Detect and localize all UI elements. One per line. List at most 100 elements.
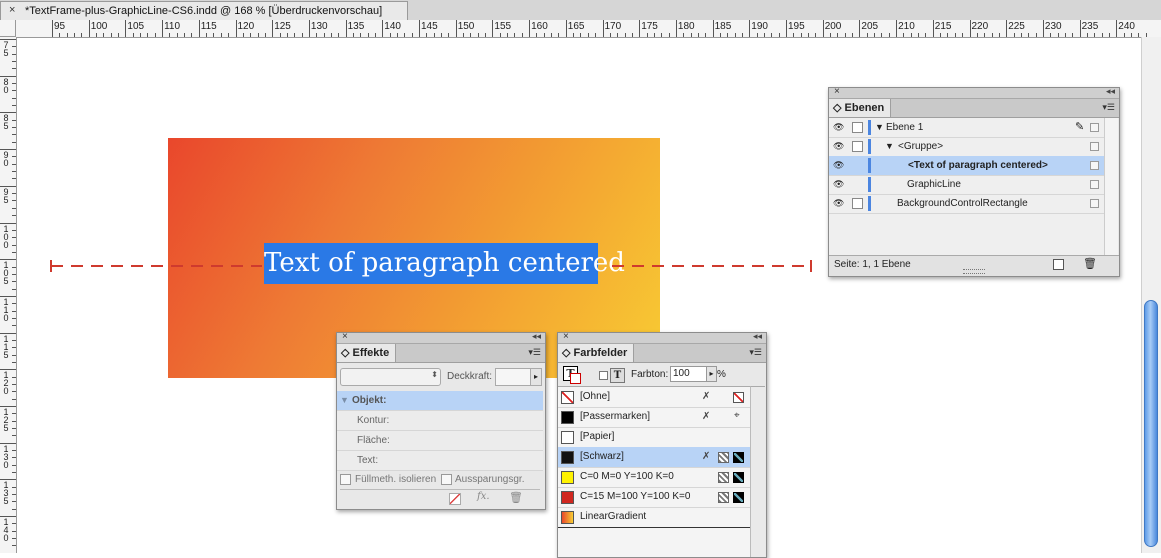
fx-icon[interactable]: fx. bbox=[477, 491, 490, 502]
swatch-row[interactable]: C=0 M=0 Y=100 K=0 bbox=[558, 467, 750, 488]
eye-icon[interactable]: 👁 bbox=[833, 179, 844, 189]
ruler-label: 130 bbox=[310, 21, 328, 32]
ruler-major-tick bbox=[455, 20, 457, 37]
selection-square[interactable] bbox=[1090, 180, 1099, 189]
tint-input[interactable]: 100 bbox=[670, 366, 708, 382]
collapse-icon[interactable]: ◂◂ bbox=[753, 331, 762, 342]
trash-icon[interactable]: 🗑 bbox=[1083, 257, 1097, 270]
selection-square[interactable] bbox=[1090, 199, 1099, 208]
layer-row[interactable]: 👁 ▼ <Gruppe> bbox=[829, 137, 1104, 157]
tab-effekte[interactable]: ◇ Effekte bbox=[337, 344, 397, 362]
panel-titlebar[interactable]: × ◂◂ bbox=[337, 331, 545, 344]
ruler-major-tick bbox=[419, 20, 420, 37]
selection-square[interactable] bbox=[1090, 161, 1099, 170]
stroke-swatch-icon[interactable] bbox=[570, 373, 581, 384]
ruler-major-tick bbox=[565, 20, 567, 37]
ruler-label: 230 bbox=[1044, 21, 1062, 32]
swatch-row[interactable]: [Ohne] ✗ bbox=[558, 387, 750, 408]
blend-mode-select[interactable]: ⬍ bbox=[340, 368, 441, 386]
horizontal-ruler[interactable]: 95 100 105 110 115 120 125 130 135 140 145 150 155 16… bbox=[16, 20, 1161, 38]
layer-row[interactable]: 👁 ▼ Ebene 1 ✎ bbox=[829, 118, 1104, 138]
selection-square[interactable] bbox=[1090, 123, 1099, 132]
vertical-scrollbar-thumb[interactable] bbox=[1144, 300, 1158, 547]
layer-color-bar bbox=[868, 139, 871, 154]
document-tab[interactable]: × *TextFrame-plus-GraphicLine-CS6.indd @… bbox=[0, 1, 408, 20]
lock-toggle[interactable] bbox=[852, 198, 863, 209]
close-icon[interactable]: × bbox=[563, 331, 569, 342]
graphic-line-dash bbox=[211, 265, 223, 267]
text-frame-selected[interactable]: Text of paragraph centered bbox=[264, 243, 625, 284]
panel-titlebar[interactable]: × ◂◂ bbox=[558, 331, 766, 344]
swatch-color bbox=[561, 491, 574, 504]
layer-row[interactable]: 👁 GraphicLine bbox=[829, 175, 1104, 195]
ruler-label: 140 bbox=[3, 517, 9, 544]
ruler-minor-tick bbox=[910, 33, 912, 37]
opacity-input[interactable] bbox=[495, 368, 531, 386]
ruler-minor-tick bbox=[756, 33, 758, 37]
close-icon[interactable]: × bbox=[342, 331, 348, 342]
panel-menu-icon[interactable]: ▾☰ bbox=[749, 347, 762, 358]
collapse-icon[interactable]: ◂◂ bbox=[1106, 86, 1115, 97]
swatch-row[interactable]: [Papier] bbox=[558, 427, 750, 448]
opacity-arrow-icon[interactable]: ▸ bbox=[530, 368, 542, 386]
graphic-line-dash bbox=[251, 265, 262, 267]
ruler-minor-tick bbox=[940, 33, 942, 37]
new-layer-icon[interactable] bbox=[1053, 259, 1064, 270]
swatch-row[interactable]: C=15 M=100 Y=100 K=0 bbox=[558, 487, 750, 508]
swatch-row[interactable]: [Schwarz] ✗ bbox=[558, 447, 750, 468]
ruler-origin[interactable] bbox=[0, 20, 16, 37]
ruler-minor-tick bbox=[998, 33, 1000, 37]
close-icon[interactable]: × bbox=[834, 86, 840, 97]
close-tab-icon[interactable]: × bbox=[9, 4, 15, 16]
graphic-line-endcap[interactable] bbox=[810, 260, 812, 272]
knockout-checkbox[interactable] bbox=[441, 474, 452, 485]
ruler-minor-tick bbox=[12, 354, 16, 356]
ruler-minor-tick bbox=[1086, 33, 1088, 37]
disclosure-triangle-icon[interactable]: ▼ bbox=[875, 118, 884, 137]
graphic-line-dash bbox=[91, 265, 103, 267]
container-format-icon[interactable] bbox=[599, 371, 608, 380]
clear-effects-icon[interactable] bbox=[449, 493, 461, 505]
eye-icon[interactable]: 👁 bbox=[833, 122, 844, 132]
ruler-minor-tick bbox=[976, 33, 978, 37]
text-format-icon[interactable]: T bbox=[610, 368, 625, 383]
registration-icon: ⌖ bbox=[734, 410, 740, 421]
lock-toggle[interactable] bbox=[852, 122, 863, 133]
vertical-ruler[interactable]: 75 80 85 90 95 100 105 110 115 120 125 130 135 140 bbox=[0, 37, 17, 553]
ruler-major-tick bbox=[345, 20, 347, 37]
panel-menu-icon[interactable]: ▾☰ bbox=[528, 347, 541, 358]
effects-row-kontur[interactable]: Kontur: bbox=[337, 411, 543, 431]
effects-row-flaeche[interactable]: Fläche: bbox=[337, 431, 543, 451]
swatch-row[interactable]: [Passermarken] ✗ ⌖ bbox=[558, 407, 750, 428]
eye-icon[interactable]: 👁 bbox=[833, 160, 844, 170]
selection-square[interactable] bbox=[1090, 142, 1099, 151]
resize-grip-icon[interactable] bbox=[963, 269, 985, 274]
isolate-checkbox[interactable] bbox=[340, 474, 351, 485]
eye-icon[interactable]: 👁 bbox=[833, 141, 844, 151]
effects-row-text[interactable]: Text: bbox=[337, 451, 543, 471]
lock-toggle[interactable] bbox=[852, 141, 863, 152]
swatch-color bbox=[561, 431, 574, 444]
tint-arrow-icon[interactable]: ▸ bbox=[706, 366, 717, 382]
layer-row[interactable]: 👁 BackgroundControlRectangle bbox=[829, 194, 1104, 214]
swatches-scrollbar[interactable] bbox=[750, 386, 765, 557]
layers-scrollbar[interactable] bbox=[1104, 118, 1118, 255]
panel-menu-icon[interactable]: ▾☰ bbox=[1102, 102, 1115, 113]
swatch-row[interactable]: LinearGradient bbox=[558, 507, 750, 528]
ruler-minor-tick bbox=[389, 33, 391, 37]
layer-color-bar bbox=[868, 196, 871, 211]
eye-icon[interactable]: 👁 bbox=[833, 198, 844, 208]
graphic-line-dash bbox=[71, 265, 83, 267]
process-color-icon bbox=[718, 452, 729, 463]
disclosure-triangle-icon[interactable]: ▼ bbox=[885, 137, 894, 156]
panel-titlebar[interactable]: × ◂◂ bbox=[829, 86, 1119, 99]
tab-ebenen[interactable]: ◇ Ebenen bbox=[829, 99, 892, 117]
trash-icon[interactable]: 🗑 bbox=[509, 491, 523, 504]
layer-row[interactable]: 👁 <Text of paragraph centered> bbox=[829, 156, 1104, 176]
ruler-major-tick bbox=[712, 20, 714, 37]
collapse-icon[interactable]: ◂◂ bbox=[532, 331, 541, 342]
ruler-minor-tick bbox=[12, 413, 16, 415]
tab-farbfelder[interactable]: ◇ Farbfelder bbox=[558, 344, 635, 362]
effects-row-objekt[interactable]: ▼ Objekt: bbox=[337, 391, 543, 411]
ruler-minor-tick bbox=[12, 200, 16, 202]
